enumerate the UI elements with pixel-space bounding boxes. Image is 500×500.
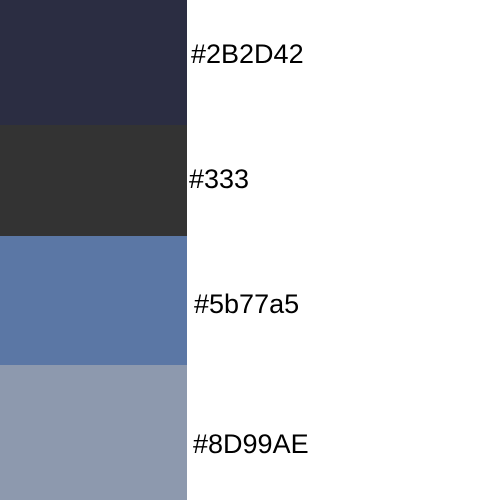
color-code-label: #8D99AE: [193, 429, 309, 459]
color-code-label: #5b77a5: [194, 289, 300, 319]
palette-row: #8D99AE: [0, 365, 500, 500]
color-swatch: [0, 0, 187, 125]
color-palette: #2B2D42 #333 #5b77a5 #8D99AE: [0, 0, 500, 500]
color-code-label: #333: [189, 164, 250, 194]
color-swatch: [0, 365, 187, 500]
color-swatch: [0, 236, 187, 365]
palette-row: #5b77a5: [0, 236, 500, 365]
palette-row: #2B2D42: [0, 0, 500, 125]
color-code-label: #2B2D42: [191, 39, 304, 69]
color-swatch: [0, 125, 187, 236]
palette-row: #333: [0, 125, 500, 236]
